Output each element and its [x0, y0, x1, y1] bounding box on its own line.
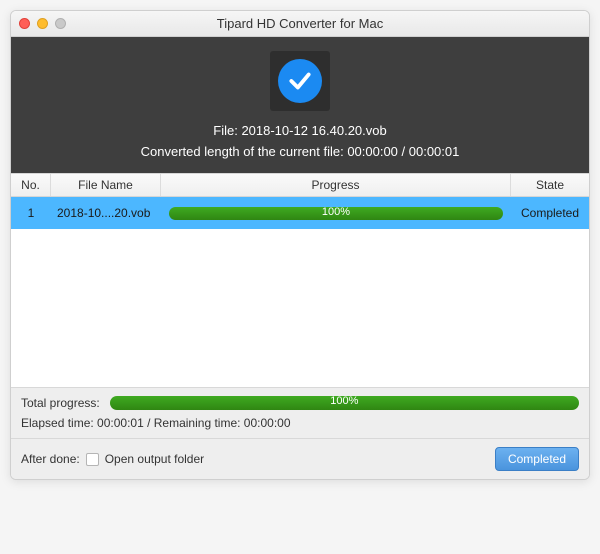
cell-state: Completed	[511, 206, 589, 220]
app-window: Tipard HD Converter for Mac File: 2018-1…	[10, 10, 590, 480]
col-header-filename: File Name	[51, 174, 161, 196]
converted-value: 00:00:00 / 00:00:01	[347, 144, 459, 159]
col-header-state: State	[511, 174, 589, 196]
open-folder-label[interactable]: Open output folder	[105, 452, 204, 466]
checkmark-icon	[278, 59, 322, 103]
after-done-label: After done:	[21, 452, 80, 466]
footer: Total progress: 100% Elapsed time: 00:00…	[11, 387, 589, 479]
total-progress-row: Total progress: 100%	[21, 396, 579, 410]
minimize-icon[interactable]	[37, 18, 48, 29]
col-header-progress: Progress	[161, 174, 511, 196]
row-progress-bar: 100%	[169, 207, 503, 220]
table-header: No. File Name Progress State	[11, 173, 589, 197]
current-file-line: File: 2018-10-12 16.40.20.vob	[11, 123, 589, 138]
col-header-no: No.	[11, 174, 51, 196]
status-header: File: 2018-10-12 16.40.20.vob Converted …	[11, 37, 589, 173]
total-progress-label: Total progress:	[21, 396, 100, 410]
table-body[interactable]: 1 2018-10....20.vob 100% Completed	[11, 197, 589, 387]
window-title: Tipard HD Converter for Mac	[11, 16, 589, 31]
open-folder-checkbox[interactable]	[86, 453, 99, 466]
close-icon[interactable]	[19, 18, 30, 29]
total-progress-bar: 100%	[110, 396, 579, 410]
row-progress-percent: 100%	[169, 206, 503, 218]
bottom-row: After done: Open output folder Completed	[21, 439, 579, 479]
cell-progress: 100%	[161, 207, 511, 220]
file-label-prefix: File:	[213, 123, 241, 138]
cell-filename: 2018-10....20.vob	[51, 206, 161, 220]
completed-button[interactable]: Completed	[495, 447, 579, 471]
traffic-lights	[19, 18, 66, 29]
converted-length-line: Converted length of the current file: 00…	[11, 144, 589, 159]
zoom-icon[interactable]	[55, 18, 66, 29]
success-badge	[270, 51, 330, 111]
time-line: Elapsed time: 00:00:01 / Remaining time:…	[21, 416, 579, 430]
titlebar[interactable]: Tipard HD Converter for Mac	[11, 11, 589, 37]
cell-no: 1	[11, 206, 51, 220]
file-name: 2018-10-12 16.40.20.vob	[241, 123, 386, 138]
total-progress-percent: 100%	[110, 395, 579, 407]
converted-prefix: Converted length of the current file:	[141, 144, 348, 159]
table-row[interactable]: 1 2018-10....20.vob 100% Completed	[11, 197, 589, 229]
